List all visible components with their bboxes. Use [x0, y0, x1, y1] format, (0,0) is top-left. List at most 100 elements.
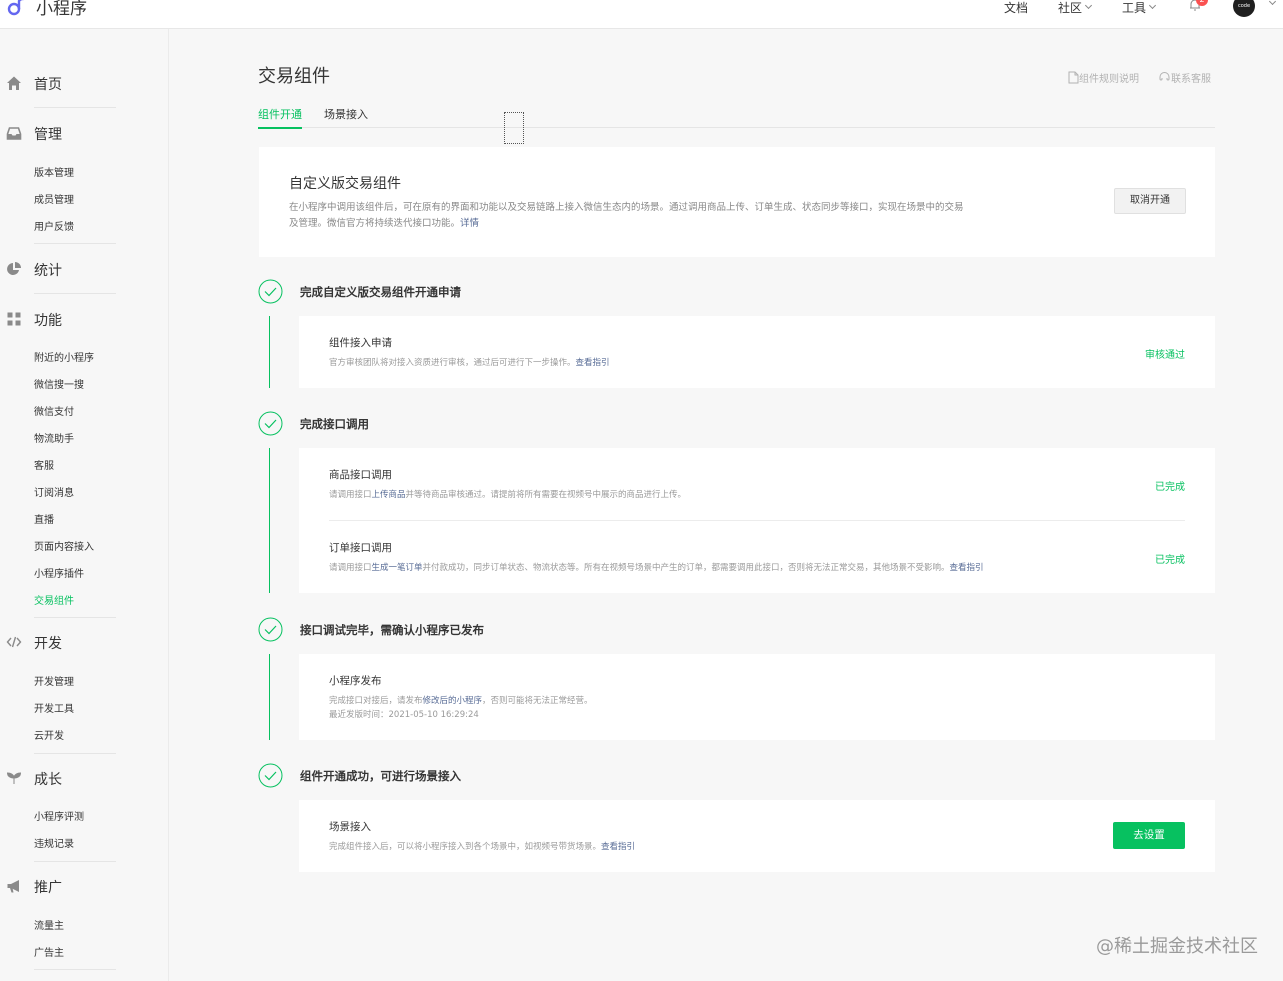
headset-icon [1159, 72, 1170, 81]
nav-tools-label: 工具 [1122, 0, 1147, 15]
tab-scenes[interactable]: 场景接入 [324, 106, 368, 128]
grid-icon [7, 312, 21, 326]
nav-community[interactable]: 社区 [1058, 0, 1093, 15]
create-order-link[interactable]: 生成一笔订单 [372, 563, 423, 573]
sidebar-item-subscribe[interactable]: 订阅消息 [34, 484, 74, 499]
step-title: 组件开通成功，可进行场景接入 [300, 769, 461, 783]
cancel-activation-button[interactable]: 取消开通 [1114, 188, 1186, 214]
sidebar-item-dev-manage[interactable]: 开发管理 [34, 673, 74, 688]
sub-title: 小程序发布 [329, 675, 382, 687]
sidebar-item-home[interactable]: 首页 [0, 73, 169, 93]
sidebar-item-feedback[interactable]: 用户反馈 [34, 218, 74, 233]
sidebar-label: 首页 [34, 77, 62, 93]
home-icon [7, 76, 21, 90]
sub-desc-text: 请调用接口 [329, 490, 372, 500]
nav-tools[interactable]: 工具 [1122, 0, 1157, 15]
rules-link-label: 组件规则说明 [1079, 74, 1139, 85]
check-circle-icon [258, 763, 283, 788]
hero-desc-line: 在小程序中调用该组件后，可在原有的界面和功能以及交易链路上接入微信生态内的场景。… [289, 202, 964, 213]
sub-desc-text: 请调用接口 [329, 563, 372, 573]
sub-description: 请调用接口上传商品并等待商品审核通过。请提前将所有需要在视频号中展示的商品进行上… [329, 488, 686, 502]
step-card: 场景接入 完成组件接入后，可以将小程序接入到各个场景中，如视频号带货场景。查看指… [299, 800, 1215, 872]
hero-title: 自定义版交易组件 [289, 176, 401, 192]
sidebar-divider [34, 753, 116, 754]
hero-description: 在小程序中调用该组件后，可在原有的界面和功能以及交易链路上接入微信生态内的场景。… [289, 200, 1049, 232]
sub-description: 完成组件接入后，可以将小程序接入到各个场景中，如视频号带货场景。查看指引 [329, 840, 635, 854]
megaphone-icon [7, 880, 19, 893]
sub-title: 组件接入申请 [329, 337, 392, 349]
sidebar-item-live[interactable]: 直播 [34, 511, 54, 526]
sidebar-divider [34, 861, 116, 862]
contact-link-label: 联系客服 [1171, 74, 1211, 85]
sidebar-item-version[interactable]: 版本管理 [34, 164, 74, 179]
sidebar-item-evaluate[interactable]: 小程序评测 [34, 808, 84, 823]
avatar[interactable]: code [1233, 0, 1255, 17]
details-link[interactable]: 详情 [460, 218, 479, 229]
sub-desc-text: ，否则可能将无法正常经营。 [482, 696, 593, 706]
sidebar-item-nearby[interactable]: 附近的小程序 [34, 349, 94, 364]
sidebar-group-manage: 管理 [0, 123, 169, 143]
modified-miniprogram-link[interactable]: 修改后的小程序 [423, 696, 483, 706]
sidebar-item-service[interactable]: 客服 [34, 457, 54, 472]
sidebar-group-features: 功能 [0, 309, 169, 329]
tab-activate[interactable]: 组件开通 [258, 106, 302, 129]
check-circle-icon [258, 617, 283, 642]
sub-desc-text: 完成接口对接后，请发布 [329, 696, 423, 706]
selection-marquee [504, 112, 524, 144]
chevron-down-icon[interactable] [1268, 0, 1277, 6]
sidebar-group-growth: 成长 [0, 768, 169, 788]
step-card: 组件接入申请 官方审核团队将对接入资质进行审核，通过后可进行下一步操作。查看指引… [299, 316, 1215, 388]
sidebar-item-violation[interactable]: 违规记录 [34, 835, 74, 850]
sidebar-group-dev: 开发 [0, 632, 169, 652]
miniprogram-logo-icon [7, 0, 22, 15]
sidebar-item-logistics[interactable]: 物流助手 [34, 430, 74, 445]
sidebar-item-stats[interactable]: 统计 [0, 259, 169, 279]
sidebar-item-plugin[interactable]: 小程序插件 [34, 565, 84, 580]
step-title: 完成自定义版交易组件开通申请 [300, 285, 461, 299]
tab-bar: 组件开通 场景接入 [258, 106, 1215, 129]
sidebar-divider [34, 243, 116, 244]
step-card: 小程序发布 完成接口对接后，请发布修改后的小程序，否则可能将无法正常经营。 最近… [299, 654, 1215, 740]
nav-docs-label: 文档 [1004, 0, 1029, 15]
sidebar: 首页 管理 版本管理 成员管理 用户反馈 统计 功能 附近的小程序 微信搜一搜 … [0, 29, 169, 981]
sub-title: 订单接口调用 [329, 542, 392, 554]
guide-link[interactable]: 查看指引 [950, 563, 984, 573]
sidebar-label: 管理 [34, 127, 62, 143]
contact-link[interactable]: 联系客服 [1158, 70, 1211, 85]
sidebar-label: 推广 [34, 880, 62, 896]
go-settings-button[interactable]: 去设置 [1113, 822, 1185, 849]
sub-description: 请调用接口生成一笔订单并付款成功，同步订单状态、物流状态等。所有在视频号场景中产… [329, 561, 984, 575]
nav-docs[interactable]: 文档 [1004, 0, 1029, 15]
nav-community-label: 社区 [1058, 0, 1083, 15]
guide-link[interactable]: 查看指引 [576, 358, 610, 368]
sidebar-item-dev-tools[interactable]: 开发工具 [34, 700, 74, 715]
sidebar-item-trade[interactable]: 交易组件 [34, 592, 74, 607]
sidebar-item-content[interactable]: 页面内容接入 [34, 538, 94, 553]
sub-title: 商品接口调用 [329, 469, 392, 481]
sidebar-item-cloud[interactable]: 云开发 [34, 727, 64, 742]
sub-desc-text: 官方审核团队将对接入资质进行审核，通过后可进行下一步操作。 [329, 358, 576, 368]
page-title: 交易组件 [258, 66, 330, 87]
status-badge: 审核通过 [1145, 350, 1185, 361]
code-icon [6, 636, 22, 648]
watermark: @稀土掘金技术社区 [1096, 936, 1258, 957]
sidebar-label: 功能 [34, 313, 62, 329]
sidebar-item-members[interactable]: 成员管理 [34, 191, 74, 206]
sidebar-divider [34, 293, 116, 294]
step-connector [269, 316, 270, 388]
sidebar-divider [34, 969, 116, 970]
guide-link[interactable]: 查看指引 [601, 842, 635, 852]
step-title: 接口调试完毕，需确认小程序已发布 [300, 623, 484, 637]
sub-description: 完成接口对接后，请发布修改后的小程序，否则可能将无法正常经营。 最近发版时间：2… [329, 694, 593, 722]
chevron-down-icon [1148, 1, 1157, 10]
sprout-icon [6, 772, 22, 784]
sidebar-item-ads[interactable]: 广告主 [34, 944, 64, 959]
app-name: 小程序 [36, 0, 87, 19]
logo[interactable]: 小程序 [6, 0, 87, 19]
sidebar-item-search[interactable]: 微信搜一搜 [34, 376, 84, 391]
sidebar-item-traffic[interactable]: 流量主 [34, 917, 64, 932]
rules-link[interactable]: 组件规则说明 [1068, 70, 1139, 85]
sidebar-label: 统计 [34, 263, 62, 279]
upload-goods-link[interactable]: 上传商品 [372, 490, 406, 500]
sidebar-item-pay[interactable]: 微信支付 [34, 403, 74, 418]
